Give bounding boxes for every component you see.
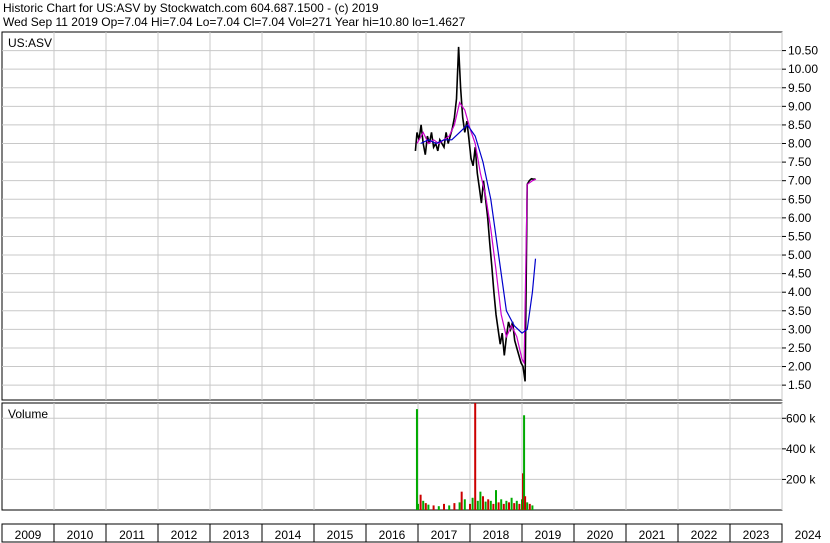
time-tick-label: 2013 [223,528,250,542]
time-tick-label: 2009 [15,528,42,542]
time-tick-label: 2020 [587,528,614,542]
price-tick-label: 9.00 [788,99,812,113]
price-tick-label: 9.50 [788,81,812,95]
price-axis: 10.50 10.00 9.50 9.00 8.50 8.00 7.50 7.00 6.50 6.… [782,44,818,392]
price-tick-label: 2.00 [788,360,812,374]
time-tick-label: 2017 [431,528,458,542]
chart-svg: 10.50 10.00 9.50 9.00 8.50 8.00 7.50 7.00 6.50 6.… [1,31,822,543]
price-tick-label: 1.50 [788,378,812,392]
time-tick-label: 2015 [327,528,354,542]
price-tick-label: 4.50 [788,267,812,281]
time-tick-label: 2022 [691,528,718,542]
time-tick-label: 2014 [275,528,302,542]
time-tick-label: 2010 [67,528,94,542]
volume-tick-label: 600 k [786,411,816,425]
price-tick-label: 3.50 [788,304,812,318]
price-tick-label: 5.00 [788,248,812,262]
time-tick-label: 2023 [743,528,770,542]
price-tick-label: 7.00 [788,174,812,188]
volume-tick-label: 200 k [786,472,816,486]
volume-panel-title: Volume [8,407,48,421]
price-panel-frame [1,31,783,401]
time-tick-label: 2019 [535,528,562,542]
price-tick-label: 2.50 [788,341,812,355]
time-tick-label: 2021 [639,528,666,542]
time-tick-label: 2024 [795,528,822,542]
time-tick-label: 2018 [483,528,510,542]
volume-tick-label: 400 k [786,442,816,456]
price-tick-label: 6.50 [788,192,812,206]
chart-window: Historic Chart for US:ASV by Stockwatch.… [0,0,830,543]
price-tick-label: 8.50 [788,118,812,132]
time-tick-label: 2012 [171,528,198,542]
price-tick-label: 8.00 [788,137,812,151]
price-tick-label: 7.50 [788,155,812,169]
price-tick-label: 10.50 [788,44,818,58]
time-tick-label: 2016 [379,528,406,542]
price-panel-title: US:ASV [8,36,52,50]
price-tick-label: 4.00 [788,285,812,299]
volume-panel-frame [1,402,783,511]
price-tick-label: 6.00 [788,211,812,225]
volume-axis: 600 k 400 k 200 k [782,411,816,486]
time-tick-label: 2011 [119,528,145,542]
price-tick-label: 3.00 [788,322,812,336]
price-tick-label: 5.50 [788,229,812,243]
price-tick-label: 10.00 [788,62,818,76]
